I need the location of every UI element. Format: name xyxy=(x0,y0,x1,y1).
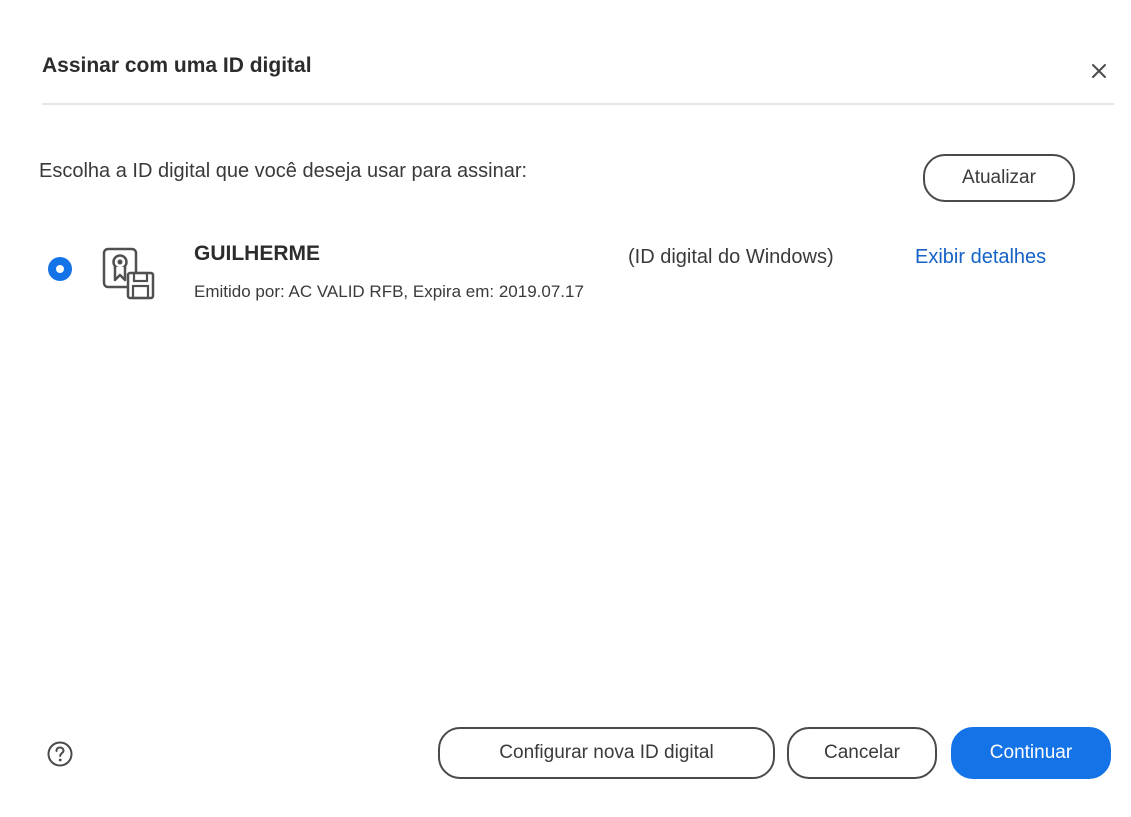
refresh-button[interactable]: Atualizar xyxy=(923,154,1075,202)
help-button[interactable] xyxy=(46,740,74,768)
digital-id-issuer: Emitido por: AC VALID RFB, Expira em: 20… xyxy=(194,282,584,301)
close-button[interactable] xyxy=(1084,56,1114,86)
header-divider xyxy=(42,103,1114,105)
continue-button[interactable]: Continuar xyxy=(951,727,1111,779)
digital-id-radio[interactable] xyxy=(48,257,72,281)
configure-new-id-button[interactable]: Configurar nova ID digital xyxy=(438,727,775,779)
sign-with-digital-id-dialog: Assinar com uma ID digital Escolha a ID … xyxy=(0,0,1131,817)
choose-id-prompt: Escolha a ID digital que você deseja usa… xyxy=(39,160,528,182)
help-icon xyxy=(47,741,73,767)
certificate-icon xyxy=(100,244,162,302)
digital-id-type: (ID digital do Windows) xyxy=(628,246,834,268)
digital-id-name: GUILHERME xyxy=(194,242,320,265)
dialog-title: Assinar com uma ID digital xyxy=(42,54,312,77)
view-details-link[interactable]: Exibir detalhes xyxy=(915,246,1046,269)
cancel-button[interactable]: Cancelar xyxy=(787,727,937,779)
close-icon xyxy=(1092,64,1106,78)
